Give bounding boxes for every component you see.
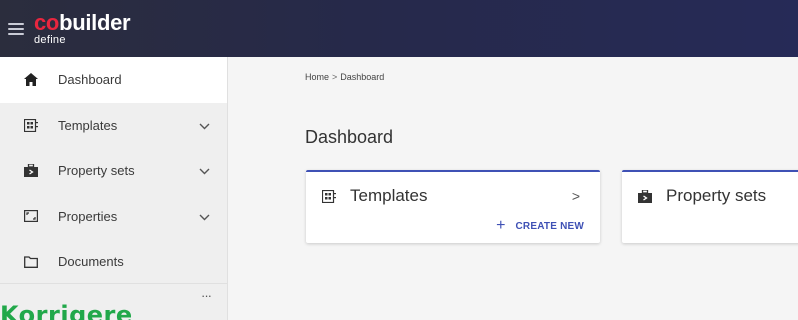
top-app-bar: cobuilder define	[0, 0, 798, 57]
chevron-right-icon[interactable]: >	[572, 188, 580, 204]
breadcrumb-separator: >	[332, 72, 338, 82]
templates-card[interactable]: Templates > + CREATE NEW	[306, 170, 600, 243]
chevron-down-icon[interactable]	[199, 209, 211, 224]
sidebar: Dashboard Templates Property sets Proper…	[0, 57, 228, 320]
templates-icon	[322, 189, 336, 203]
create-new-button[interactable]: + CREATE NEW	[496, 217, 584, 235]
sidebar-item-label: Templates	[58, 117, 118, 133]
overlay-label: Korrigere	[0, 301, 133, 320]
card-title: Templates	[350, 186, 428, 205]
sidebar-item-label: Documents	[58, 254, 124, 270]
property-sets-icon	[638, 189, 652, 203]
chevron-down-icon[interactable]	[199, 163, 211, 178]
more-options-icon[interactable]: ···	[201, 288, 212, 303]
logo-subtitle: define	[34, 33, 66, 46]
sidebar-item-documents[interactable]: Documents	[0, 239, 227, 285]
breadcrumb: Home > Dashboard	[305, 72, 384, 82]
sidebar-item-label: Dashboard	[58, 72, 122, 88]
app-logo[interactable]: cobuilder define	[34, 11, 131, 46]
main-content: Home > Dashboard Dashboard Templates > + C…	[229, 57, 798, 320]
create-new-label: CREATE NEW	[515, 220, 584, 232]
templates-icon	[24, 118, 38, 132]
property-sets-card[interactable]: Property sets	[622, 170, 798, 243]
sidebar-footer: Korrigere ···	[0, 283, 228, 320]
sidebar-item-property-sets[interactable]: Property sets	[0, 148, 227, 194]
properties-icon	[24, 209, 38, 223]
sidebar-item-label: Property sets	[58, 163, 135, 179]
breadcrumb-current: Dashboard	[340, 72, 385, 82]
home-icon	[24, 73, 38, 87]
folder-icon	[24, 255, 38, 269]
sidebar-item-templates[interactable]: Templates	[0, 103, 227, 149]
chevron-down-icon[interactable]	[199, 118, 211, 133]
card-title: Property sets	[666, 186, 767, 205]
sidebar-item-dashboard[interactable]: Dashboard	[0, 57, 227, 103]
property-sets-icon	[24, 164, 38, 178]
plus-icon: +	[496, 217, 506, 234]
page-title: Dashboard	[305, 127, 394, 147]
breadcrumb-home[interactable]: Home	[305, 72, 329, 82]
sidebar-item-label: Properties	[58, 208, 118, 224]
menu-icon[interactable]	[8, 22, 24, 35]
sidebar-item-properties[interactable]: Properties	[0, 194, 227, 240]
